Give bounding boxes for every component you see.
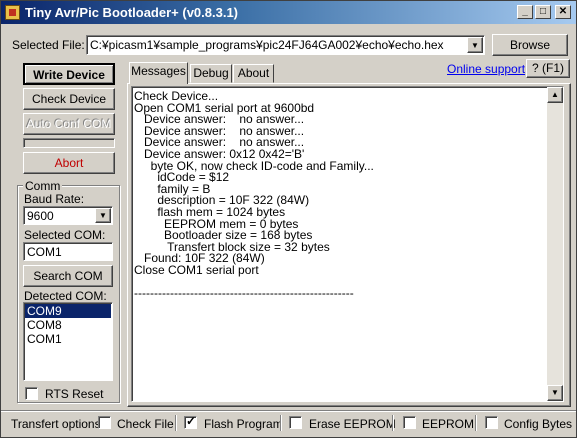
divider — [392, 415, 394, 431]
divider — [280, 415, 282, 431]
options-divider — [1, 410, 576, 412]
minimize-button[interactable]: _ — [517, 5, 533, 19]
erase-eeprom-label: Erase EEPROM — [309, 417, 396, 431]
baud-rate-value: 9600 — [27, 209, 54, 223]
main-window: Tiny Avr/Pic Bootloader+ (v0.8.3.1) _ □ … — [0, 0, 577, 438]
detected-com-label: Detected COM: — [24, 289, 107, 303]
check-device-button[interactable]: Check Device — [23, 88, 115, 110]
selected-com-input[interactable]: COM1 — [23, 242, 113, 261]
chevron-down-icon[interactable]: ▼ — [467, 37, 483, 53]
config-bytes-checkbox[interactable] — [485, 416, 498, 429]
selected-file-label: Selected File: — [12, 38, 85, 52]
log-line: ----------------------------------------… — [134, 286, 354, 301]
scroll-down-icon[interactable]: ▼ — [547, 385, 563, 401]
abort-button[interactable]: Abort — [23, 152, 115, 174]
config-bytes-label: Config Bytes — [504, 417, 573, 431]
title-bar[interactable]: Tiny Avr/Pic Bootloader+ (v0.8.3.1) _ □ … — [1, 1, 576, 24]
tab-about[interactable]: About — [233, 64, 274, 83]
scroll-up-icon[interactable]: ▲ — [547, 87, 563, 103]
eeprom-checkbox[interactable] — [403, 416, 416, 429]
search-com-button[interactable]: Search COM — [23, 265, 113, 287]
progress-bar — [23, 138, 115, 148]
selected-com-value: COM1 — [27, 245, 62, 259]
check-mark-icon: ✓ — [186, 414, 197, 428]
close-button[interactable]: ✕ — [555, 5, 571, 19]
comm-group-label: Comm — [23, 179, 63, 193]
chevron-down-icon[interactable]: ▼ — [95, 208, 111, 223]
list-item[interactable]: COM9 — [25, 304, 111, 318]
flash-program-checkbox[interactable]: ✓ — [184, 414, 197, 429]
help-button[interactable]: ? (F1) — [526, 59, 570, 78]
erase-eeprom-checkbox[interactable] — [289, 416, 302, 429]
online-support-link[interactable]: Online support — [447, 62, 525, 76]
eeprom-label: EEPROM — [422, 417, 475, 431]
check-file-label: Check File — [117, 417, 174, 431]
rts-reset-checkbox[interactable] — [25, 387, 38, 400]
divider — [475, 415, 477, 431]
file-path-combobox[interactable]: C:¥picasm1¥sample_programs¥pic24FJ64GA00… — [86, 35, 485, 55]
divider — [175, 415, 177, 431]
list-item[interactable]: COM1 — [25, 332, 111, 346]
list-item[interactable]: COM8 — [25, 318, 111, 332]
flash-program-label: Flash Program — [204, 417, 283, 431]
write-device-button[interactable]: Write Device — [23, 63, 115, 85]
auto-conf-com-button[interactable]: Auto Conf COM — [23, 113, 115, 135]
messages-log[interactable]: Check Device... Open COM1 serial port at … — [131, 86, 564, 402]
vertical-scrollbar[interactable]: ▲ ▼ — [547, 87, 563, 401]
rts-reset-label: RTS Reset — [45, 387, 104, 401]
tab-debug[interactable]: Debug — [190, 64, 232, 83]
log-line: Close COM1 serial port — [134, 263, 259, 277]
file-path-value: C:¥picasm1¥sample_programs¥pic24FJ64GA00… — [90, 38, 444, 52]
selected-com-label: Selected COM: — [24, 228, 106, 242]
detected-com-listbox[interactable]: COM9 COM8 COM1 — [23, 302, 113, 381]
window-title: Tiny Avr/Pic Bootloader+ (v0.8.3.1) — [25, 5, 239, 20]
app-icon — [5, 5, 20, 20]
tab-messages[interactable]: Messages — [129, 62, 188, 84]
transfert-options-label: Transfert options: — [11, 417, 104, 431]
baud-rate-label: Baud Rate: — [24, 192, 85, 206]
check-file-checkbox[interactable] — [98, 416, 111, 429]
browse-button[interactable]: Browse — [492, 34, 568, 56]
maximize-button[interactable]: □ — [535, 5, 551, 19]
baud-rate-select[interactable]: 9600 ▼ — [23, 206, 113, 225]
